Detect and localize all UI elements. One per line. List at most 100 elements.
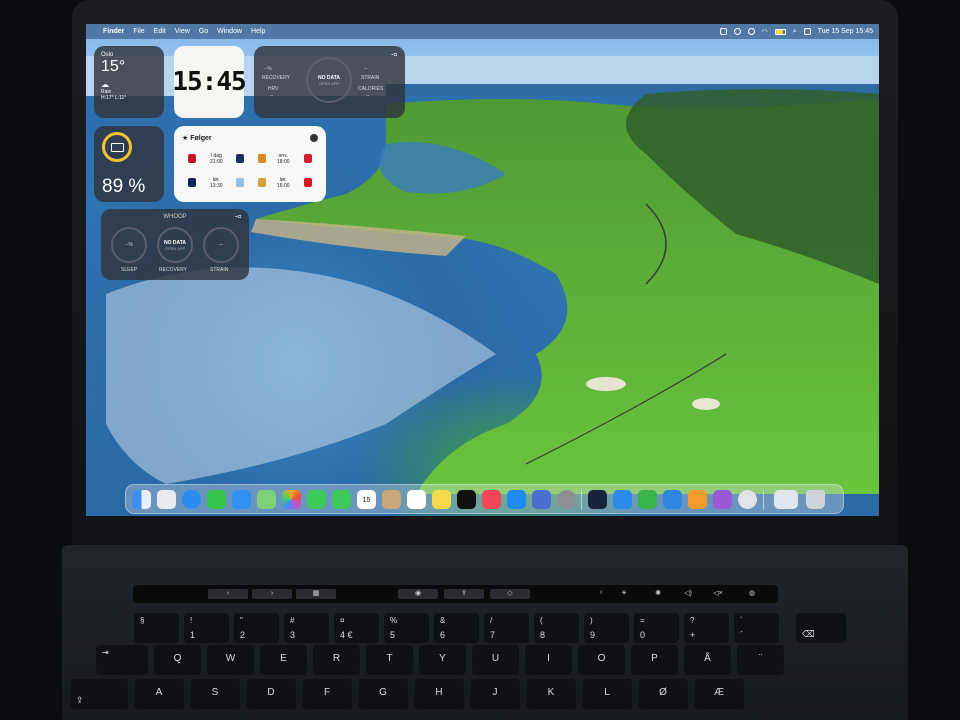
iphone-mirroring-icon[interactable]	[532, 490, 551, 509]
weather-widget[interactable]: Oslo 15° ☁ Rain H:17° L:11°	[94, 46, 164, 118]
reminders-icon[interactable]	[407, 490, 426, 509]
touchbar-siri-icon[interactable]: ◍	[742, 589, 762, 599]
keyboard-key[interactable]: L	[582, 679, 632, 709]
keyboard-key[interactable]: H	[414, 679, 464, 709]
keynote-icon[interactable]	[663, 490, 682, 509]
calendar-icon[interactable]: 15	[357, 490, 376, 509]
steam-icon[interactable]	[588, 490, 607, 509]
phone-icon[interactable]	[332, 490, 351, 509]
wifi-icon[interactable]: ◠	[762, 28, 768, 36]
keyboard-key[interactable]: (8	[534, 613, 579, 643]
maps-icon[interactable]	[257, 490, 276, 509]
messages-icon[interactable]	[207, 490, 226, 509]
tab-key[interactable]: ⇥	[96, 645, 148, 675]
appletv-icon[interactable]	[457, 490, 476, 509]
keyboard-key[interactable]: U	[472, 645, 519, 675]
keyboard-key[interactable]: §	[134, 613, 179, 643]
keyboard-key[interactable]: ` ´	[734, 613, 779, 643]
keyboard-key[interactable]: Q	[154, 645, 201, 675]
keyboard-key[interactable]: Y	[419, 645, 466, 675]
keyboard-key[interactable]: ¤ 4 €	[334, 613, 379, 643]
preview-icon[interactable]	[738, 490, 757, 509]
control-center-icon[interactable]	[803, 28, 811, 35]
touchbar-eye-icon[interactable]: ◉	[398, 589, 438, 599]
touchbar-share-icon[interactable]: ⇪	[444, 589, 484, 599]
keyboard-key[interactable]: T	[366, 645, 413, 675]
keyboard-key[interactable]: % 5	[384, 613, 429, 643]
launchpad-icon[interactable]	[157, 490, 176, 509]
status-app2-icon[interactable]	[733, 28, 741, 35]
keyboard-key[interactable]: E	[260, 645, 307, 675]
menu-window[interactable]: Window	[217, 28, 242, 35]
photos-icon[interactable]	[282, 490, 301, 509]
facetime-icon[interactable]	[307, 490, 326, 509]
keyboard-key[interactable]: A	[134, 679, 184, 709]
keyboard-key[interactable]: Ø	[638, 679, 688, 709]
keyboard-key[interactable]: = 0	[634, 613, 679, 643]
battery-widget[interactable]: 89 %	[94, 126, 164, 202]
spotlight-search-icon[interactable]: ⌕	[793, 28, 797, 36]
touchbar-tag-icon[interactable]: ◇	[490, 589, 530, 599]
keyboard-key[interactable]: Å	[684, 645, 731, 675]
whoop-widget[interactable]: WHOOP ⌁◘ --% SLEEP NO DATA OPEN APP RECO…	[101, 209, 249, 280]
trash-icon[interactable]	[806, 490, 825, 509]
touchbar-collapse-icon[interactable]: ‹	[600, 589, 602, 596]
touchbar-brightness-icon[interactable]: ☀	[614, 589, 634, 599]
imovie-icon[interactable]	[713, 490, 732, 509]
keyboard-key[interactable]: /7	[484, 613, 529, 643]
keyboard-key[interactable]: D	[246, 679, 296, 709]
touchbar-grid-icon[interactable]: ▦	[296, 589, 336, 599]
pages-icon[interactable]	[688, 490, 707, 509]
menu-edit[interactable]: Edit	[154, 28, 166, 35]
keyboard-key[interactable]: ? +	[684, 613, 729, 643]
status-app-icon[interactable]	[719, 28, 727, 35]
menubar-datetime[interactable]: Tue 15 Sep 15:45	[818, 28, 873, 35]
backspace-key[interactable]: ⌫	[796, 613, 846, 643]
keyboard-key[interactable]: Æ	[694, 679, 744, 709]
keyboard-key[interactable]: ¨	[737, 645, 784, 675]
touchbar-volume-icon[interactable]: ◁)	[678, 589, 698, 599]
finder-icon[interactable]	[132, 490, 151, 509]
menu-view[interactable]: View	[175, 28, 190, 35]
music-icon[interactable]	[482, 490, 501, 509]
notes-icon[interactable]	[432, 490, 451, 509]
menu-file[interactable]: File	[133, 28, 144, 35]
whoop-recovery-label: RECOVERY	[262, 75, 290, 81]
keyboard-key[interactable]: I	[525, 645, 572, 675]
menu-finder[interactable]: Finder	[103, 28, 124, 35]
keyboard-key[interactable]: O	[578, 645, 625, 675]
xcode-icon[interactable]	[613, 490, 632, 509]
touchbar-mute-icon[interactable]: ◁×	[708, 589, 728, 599]
capslock-key[interactable]: ⇪	[70, 679, 128, 709]
keyboard-key[interactable]: P	[631, 645, 678, 675]
numbers-icon[interactable]	[638, 490, 657, 509]
battery-icon[interactable]	[774, 28, 786, 35]
mail-icon[interactable]	[232, 490, 251, 509]
touchbar-forward-icon[interactable]: ›	[252, 589, 292, 599]
system-settings-icon[interactable]	[557, 490, 576, 509]
focus-moon-icon[interactable]	[747, 28, 755, 35]
downloads-stack-icon[interactable]	[774, 490, 798, 509]
touchbar-back-icon[interactable]: ‹	[208, 589, 248, 599]
menu-go[interactable]: Go	[199, 28, 208, 35]
whoop-summary-widget[interactable]: ⌁◘ --% RECOVERY HRV -- NO DATA OPEN APP …	[254, 46, 405, 118]
menu-help[interactable]: Help	[251, 28, 265, 35]
touchbar-brightness2-icon[interactable]: ✺	[648, 589, 668, 599]
keyboard-key[interactable]: ) 9	[584, 613, 629, 643]
keyboard-key[interactable]: " 2	[234, 613, 279, 643]
contacts-icon[interactable]	[382, 490, 401, 509]
football-following-widget[interactable]: ★ Følger I dag 21:00 ons. 18:00 lør. 13:30 …	[174, 126, 326, 202]
keyboard-key[interactable]: W	[207, 645, 254, 675]
clock-widget[interactable]: 15:45	[172, 46, 247, 118]
keyboard-key[interactable]: G	[358, 679, 408, 709]
keyboard-key[interactable]: #3	[284, 613, 329, 643]
keyboard-key[interactable]: & 6	[434, 613, 479, 643]
app-store-icon[interactable]	[507, 490, 526, 509]
keyboard-key[interactable]: ! 1	[184, 613, 229, 643]
safari-icon[interactable]	[182, 490, 201, 509]
keyboard-key[interactable]: F	[302, 679, 352, 709]
keyboard-key[interactable]: R	[313, 645, 360, 675]
keyboard-key[interactable]: K	[526, 679, 576, 709]
keyboard-key[interactable]: J	[470, 679, 520, 709]
keyboard-key[interactable]: S	[190, 679, 240, 709]
